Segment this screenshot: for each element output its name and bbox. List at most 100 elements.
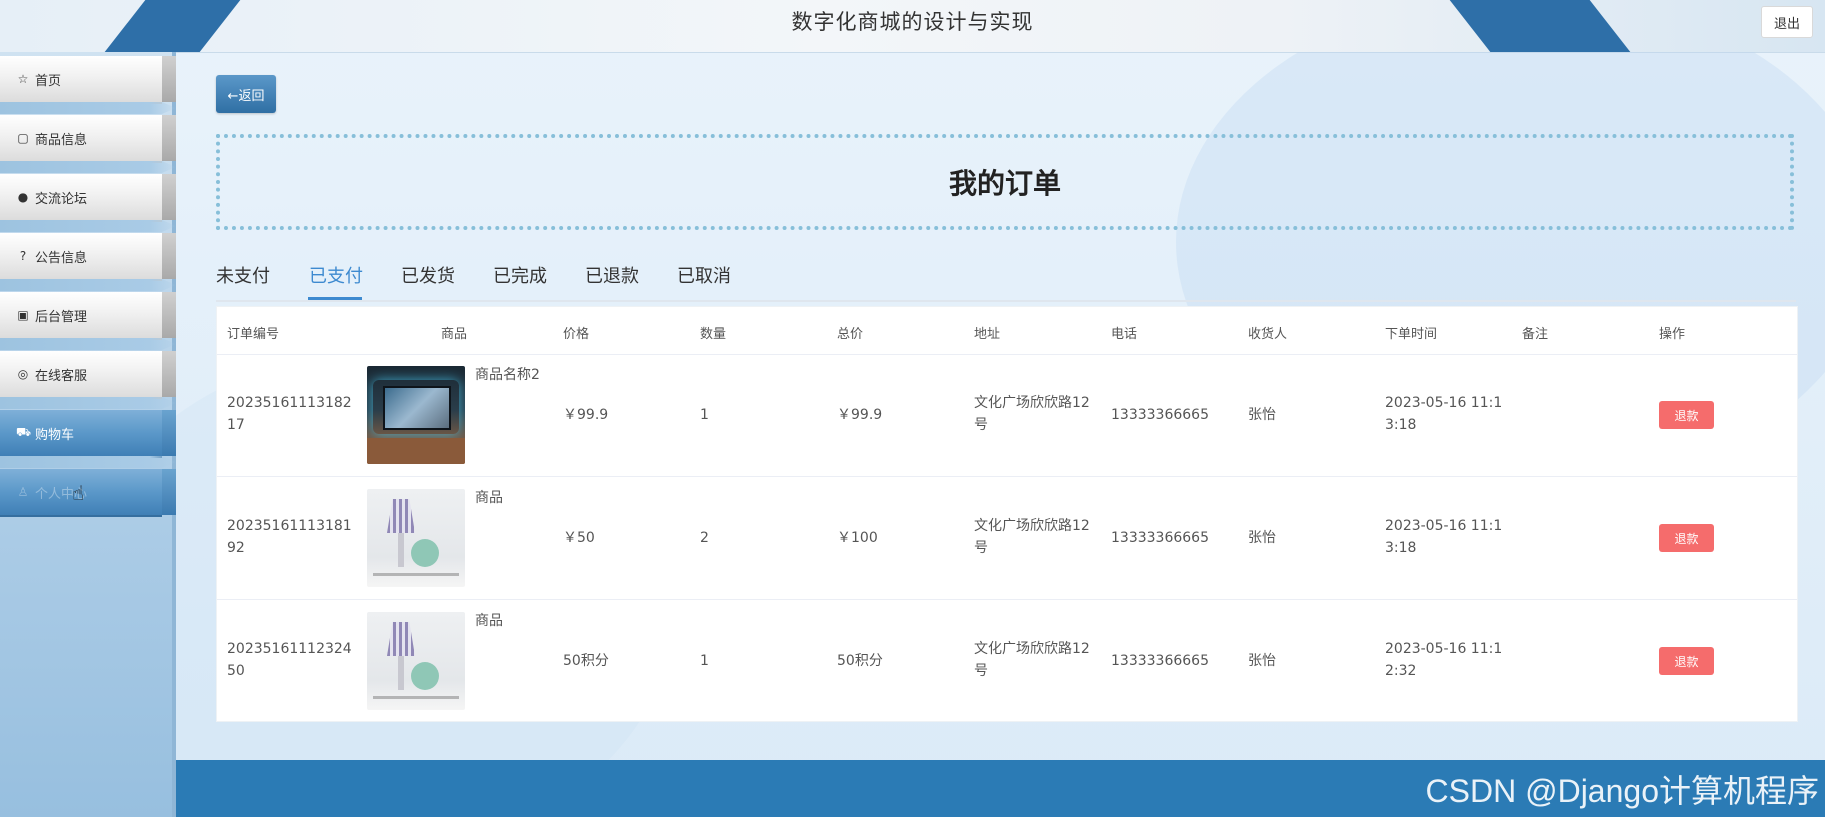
address-line: 号 (974, 540, 988, 556)
product-name: 商品 (475, 613, 503, 629)
quantity: 1 (700, 653, 709, 669)
watermark-text: CSDN @Django计算机程序 (1425, 773, 1819, 809)
order-number: 20235161113182 17 (227, 392, 352, 436)
order-number-line: 20235161113181 (227, 518, 352, 534)
address: 文化广场欣欣路12 号 (974, 515, 1090, 559)
sidebar-item-admin[interactable]: ▣ 后台管理 (0, 292, 176, 350)
address-line: 号 (974, 663, 988, 679)
column-header: 商品 (441, 327, 468, 342)
product-image[interactable] (367, 612, 465, 710)
user-icon: ♙ (17, 485, 29, 499)
tab-refunded[interactable]: 已退款 (585, 260, 639, 298)
receiver: 张怡 (1248, 407, 1276, 423)
sidebar-item-home[interactable]: ☆ 首页 (0, 56, 176, 114)
sidebar: ☆ 首页 ▢ 商品信息 ● 交流论坛 ? 公告信息 ▣ 后台管理 ◎ 在线客服 ⛟ 购物车 ♙… (0, 52, 176, 817)
product-image[interactable] (367, 489, 465, 587)
quantity: 2 (700, 530, 709, 546)
active-tab-indicator (308, 297, 362, 300)
column-header: 下单时间 (1385, 327, 1438, 342)
refund-button[interactable]: 退款 (1659, 524, 1714, 552)
tab-completed[interactable]: 已完成 (493, 260, 547, 298)
order-number-line: 50 (227, 663, 245, 679)
column-header: 收货人 (1248, 327, 1288, 342)
tab-paid[interactable]: 已支付 (309, 260, 363, 298)
sidebar-item-label: 个人中心 (35, 486, 88, 502)
order-number-line: 20235161112324 (227, 641, 352, 657)
title-box: 我的订单 (216, 134, 1794, 230)
sidebar-item-label: 首页 (35, 73, 62, 89)
order-time: 2023-05-16 11:1 3:18 (1385, 392, 1502, 436)
address: 文化广场欣欣路12 号 (974, 638, 1090, 682)
refund-button[interactable]: 退款 (1659, 401, 1714, 429)
refund-button[interactable]: 退款 (1659, 647, 1714, 675)
receiver: 张怡 (1248, 530, 1276, 546)
address: 文化广场欣欣路12 号 (974, 392, 1090, 436)
cart-icon: ⛟ (16, 425, 32, 439)
sidebar-item-label: 商品信息 (35, 132, 88, 148)
site-title: 数字化商城的设计与实现 (791, 10, 1034, 34)
column-header: 电话 (1111, 327, 1138, 342)
column-header: 操作 (1659, 327, 1686, 342)
sidebar-item-products[interactable]: ▢ 商品信息 (0, 115, 176, 173)
sidebar-item-forum[interactable]: ● 交流论坛 (0, 174, 176, 232)
main-content: ←返回 我的订单 未支付 已支付 已发货 已完成 已退款 已取消 订单编号 商品… (176, 52, 1825, 760)
total-price: 50积分 (837, 653, 883, 669)
back-button[interactable]: ←返回 (216, 75, 276, 113)
order-number: 20235161113181 92 (227, 515, 352, 559)
alert-icon: ● (17, 190, 29, 204)
top-header: 数字化商城的设计与实现 退出 (0, 0, 1825, 53)
sidebar-item-profile[interactable]: ♙ 个人中心 (0, 469, 176, 517)
order-time-line: 2023-05-16 11:1 (1385, 641, 1503, 657)
order-number-line: 92 (227, 540, 245, 556)
tab-cancelled[interactable]: 已取消 (677, 260, 731, 298)
headset-icon: ◎ (17, 367, 29, 381)
product-name: 商品 (475, 490, 503, 506)
sidebar-item-label: 在线客服 (35, 368, 88, 384)
column-header: 订单编号 (227, 327, 280, 342)
table-row: 20235161113181 92 商品 ￥50 2 ￥100 文化广场欣欣路1… (217, 477, 1797, 600)
phone: 13333366665 (1111, 407, 1209, 423)
product-image[interactable] (367, 366, 465, 464)
column-header: 地址 (974, 327, 1001, 342)
table-header: 订单编号 商品 价格 数量 总价 地址 电话 收货人 下单时间 备注 操作 (217, 307, 1797, 355)
sidebar-item-support[interactable]: ◎ 在线客服 (0, 351, 176, 409)
sidebar-item-notices[interactable]: ? 公告信息 (0, 233, 176, 291)
column-header: 备注 (1522, 327, 1549, 342)
page-title: 我的订单 (948, 167, 1061, 200)
column-header: 总价 (837, 327, 864, 342)
table-row: 20235161112324 50 商品 50积分 1 50积分 文化广场欣欣路… (217, 600, 1797, 722)
price: ￥99.9 (563, 407, 609, 423)
bag-icon: ▢ (17, 131, 29, 145)
star-icon: ☆ (17, 72, 29, 86)
quantity: 1 (700, 407, 709, 423)
order-number-line: 17 (227, 417, 245, 433)
price: 50积分 (563, 653, 609, 669)
address-line: 号 (974, 417, 988, 433)
address-line: 文化广场欣欣路12 (974, 518, 1090, 534)
order-number: 20235161112324 50 (227, 638, 352, 682)
order-status-tabs: 未支付 已支付 已发货 已完成 已退款 已取消 (216, 260, 1796, 302)
tab-shipped[interactable]: 已发货 (401, 260, 455, 298)
tab-unpaid[interactable]: 未支付 (216, 260, 270, 298)
address-line: 文化广场欣欣路12 (974, 641, 1090, 657)
sidebar-item-label: 交流论坛 (35, 191, 88, 207)
total-price: ￥100 (837, 530, 878, 546)
address-line: 文化广场欣欣路12 (974, 395, 1090, 411)
order-number-line: 20235161113182 (227, 395, 352, 411)
sidebar-item-label: 购物车 (35, 427, 75, 443)
column-header: 价格 (563, 327, 590, 342)
order-time-line: 3:18 (1385, 540, 1417, 556)
logout-button[interactable]: 退出 (1761, 6, 1813, 38)
table-row: 20235161113182 17 商品名称2 ￥99.9 1 ￥99.9 文化… (217, 354, 1797, 477)
phone: 13333366665 (1111, 653, 1209, 669)
column-header: 数量 (700, 327, 727, 342)
footer: CSDN @Django计算机程序 (176, 760, 1825, 817)
order-time: 2023-05-16 11:1 2:32 (1385, 638, 1502, 682)
price: ￥50 (563, 530, 595, 546)
order-time-line: 2023-05-16 11:1 (1385, 518, 1503, 534)
order-time-line: 2023-05-16 11:1 (1385, 395, 1503, 411)
product-name: 商品名称2 (475, 367, 540, 383)
sidebar-item-cart[interactable]: ⛟ 购物车 (0, 410, 176, 468)
phone: 13333366665 (1111, 530, 1209, 546)
order-time-line: 2:32 (1385, 663, 1417, 679)
